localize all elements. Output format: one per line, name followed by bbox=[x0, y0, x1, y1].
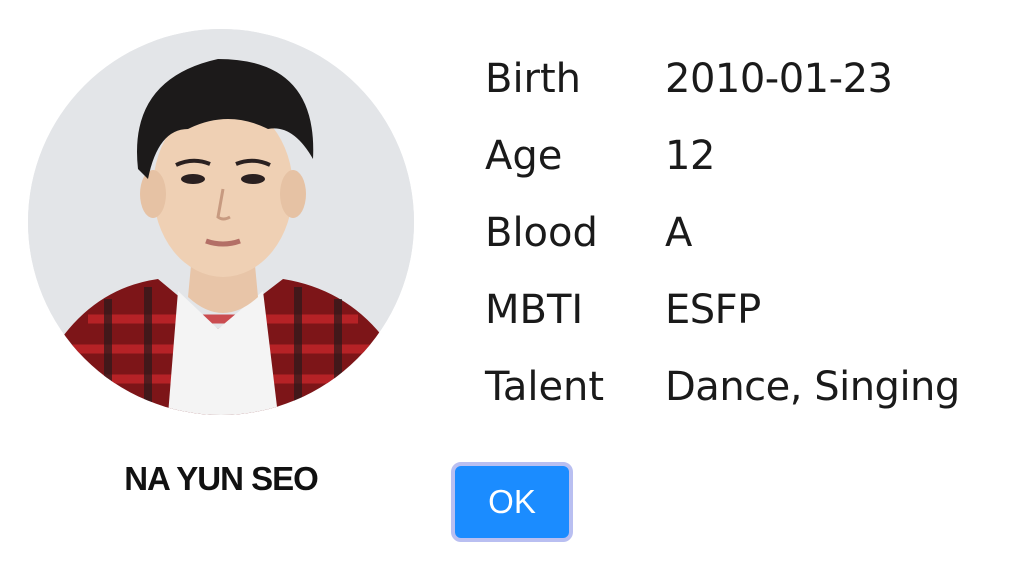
info-row-mbti: MBTI ESFP bbox=[485, 271, 1005, 348]
profile-info-list: Birth 2010-01-23 Age 12 Blood A MBTI ESF… bbox=[485, 40, 1005, 425]
talent-label: Talent bbox=[485, 363, 605, 410]
info-row-blood: Blood A bbox=[485, 194, 1005, 271]
mbti-value: ESFP bbox=[665, 286, 761, 333]
portrait-image bbox=[28, 29, 414, 415]
mbti-label: MBTI bbox=[485, 286, 584, 333]
profile-dialog: NA YUN SEO Birth 2010-01-23 Age 12 Blood… bbox=[0, 0, 1024, 573]
ok-button[interactable]: OK bbox=[451, 462, 573, 542]
age-label: Age bbox=[485, 132, 563, 179]
talent-value: Dance, Singing bbox=[665, 363, 960, 410]
age-value: 12 bbox=[665, 132, 715, 179]
birth-value: 2010-01-23 bbox=[665, 55, 893, 102]
blood-value: A bbox=[665, 209, 692, 256]
info-row-talent: Talent Dance, Singing bbox=[485, 348, 1005, 425]
ok-button-label: OK bbox=[488, 483, 536, 520]
blood-label: Blood bbox=[485, 209, 598, 256]
birth-label: Birth bbox=[485, 55, 582, 102]
info-row-birth: Birth 2010-01-23 bbox=[485, 40, 1005, 117]
person-name: NA YUN SEO bbox=[124, 460, 319, 497]
profile-photo bbox=[28, 29, 414, 415]
info-row-age: Age 12 bbox=[485, 117, 1005, 194]
